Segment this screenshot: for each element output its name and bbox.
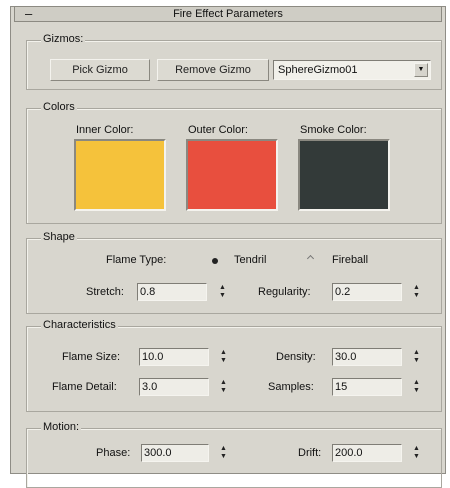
- flame-detail-label: Flame Detail:: [52, 381, 117, 393]
- up-down-spinner-icon[interactable]: ▲ ▼: [411, 445, 422, 463]
- drift-label: Drift:: [298, 447, 322, 459]
- stretch-label: Stretch:: [86, 286, 124, 298]
- up-down-spinner-icon[interactable]: ▲ ▼: [411, 284, 422, 302]
- tendril-label[interactable]: Tendril: [234, 254, 266, 266]
- rollout-titlebar[interactable]: – Fire Effect Parameters: [14, 6, 442, 22]
- gizmo-dropdown-value: SphereGizmo01: [278, 64, 358, 76]
- smoke-color-swatch[interactable]: [298, 139, 390, 211]
- up-down-spinner-icon[interactable]: ▲ ▼: [411, 379, 422, 397]
- phase-field[interactable]: 300.0: [141, 444, 209, 462]
- samples-label: Samples:: [268, 381, 314, 393]
- outer-color-label: Outer Color:: [188, 124, 248, 136]
- up-down-spinner-icon[interactable]: ▲ ▼: [218, 445, 229, 463]
- outer-color-swatch[interactable]: [186, 139, 278, 211]
- stretch-field[interactable]: 0.8: [137, 283, 207, 301]
- characteristics-group-label: Characteristics: [41, 319, 118, 331]
- flame-size-label: Flame Size:: [62, 351, 121, 363]
- samples-field[interactable]: 15: [332, 378, 402, 396]
- density-field[interactable]: 30.0: [332, 348, 402, 366]
- shape-group: Shape: [26, 231, 442, 314]
- up-down-spinner-icon[interactable]: ▲ ▼: [218, 349, 229, 367]
- pick-gizmo-button[interactable]: Pick Gizmo: [50, 59, 150, 81]
- inner-color-swatch[interactable]: [74, 139, 166, 211]
- flame-size-field[interactable]: 10.0: [139, 348, 209, 366]
- density-label: Density:: [276, 351, 316, 363]
- regularity-field[interactable]: 0.2: [332, 283, 402, 301]
- motion-group-label: Motion:: [41, 421, 82, 433]
- flame-detail-field[interactable]: 3.0: [139, 378, 209, 396]
- tendril-radio[interactable]: [212, 258, 218, 264]
- up-down-spinner-icon[interactable]: ▲ ▼: [217, 284, 228, 302]
- gizmos-group-label: Gizmos:: [41, 33, 86, 45]
- characteristics-group: Characteristics: [26, 319, 442, 412]
- up-down-spinner-icon[interactable]: ▲ ▼: [411, 349, 422, 367]
- flame-type-label: Flame Type:: [106, 254, 167, 266]
- regularity-label: Regularity:: [258, 286, 311, 298]
- rollout-title: Fire Effect Parameters: [173, 8, 283, 20]
- drift-field[interactable]: 200.0: [332, 444, 402, 462]
- phase-label: Phase:: [96, 447, 131, 459]
- inner-color-label: Inner Color:: [76, 124, 134, 136]
- smoke-color-label: Smoke Color:: [300, 124, 367, 136]
- chevron-down-icon[interactable]: ▼: [414, 63, 428, 77]
- shape-group-label: Shape: [41, 231, 77, 243]
- gizmo-dropdown[interactable]: SphereGizmo01 ▼: [273, 60, 431, 80]
- colors-group-label: Colors: [41, 101, 77, 113]
- fireball-label[interactable]: Fireball: [332, 254, 368, 266]
- remove-gizmo-button[interactable]: Remove Gizmo: [157, 59, 269, 81]
- up-down-spinner-icon[interactable]: ▲ ▼: [218, 379, 229, 397]
